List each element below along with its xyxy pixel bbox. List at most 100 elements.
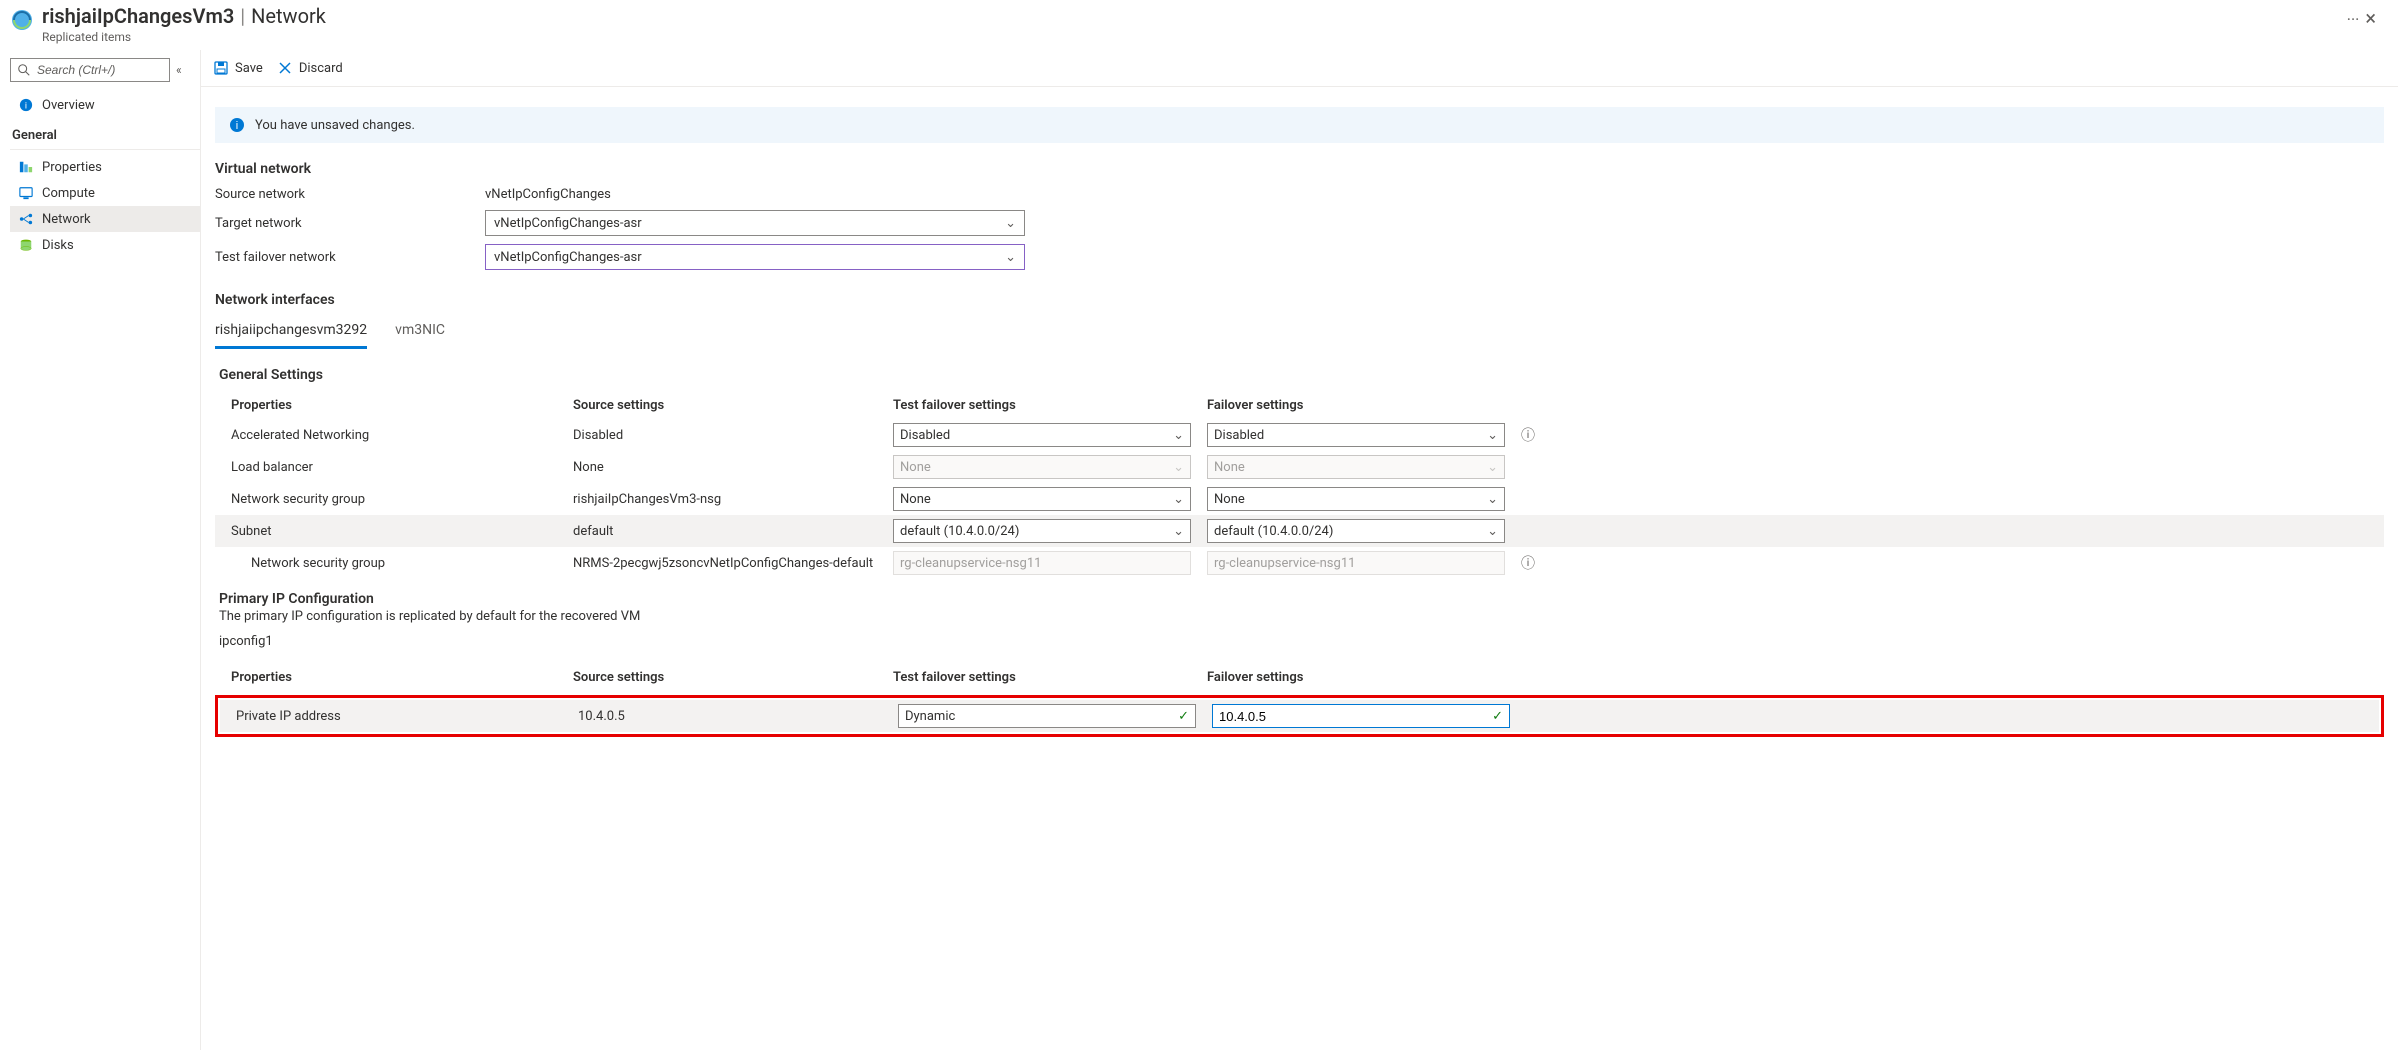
col-failover: Failover settings	[1199, 394, 1513, 417]
col-properties: Properties	[215, 666, 565, 689]
row-nsg-source: rishjaiIpChangesVm3-nsg	[565, 488, 885, 511]
row-accel-source: Disabled	[565, 424, 885, 447]
general-settings-table: Properties Source settings Test failover…	[215, 391, 2384, 579]
table-row: Load balancer None None ⌄ None ⌄	[215, 451, 2384, 483]
command-bar: Save Discard	[201, 58, 2398, 87]
infobar-text: You have unsaved changes.	[255, 118, 415, 133]
chevron-down-icon: ⌄	[1487, 428, 1498, 443]
ipconf-heading: Primary IP Configuration	[219, 591, 2384, 607]
section-virtual-network-heading: Virtual network	[215, 161, 2384, 177]
divider	[10, 149, 200, 150]
chevron-down-icon: ⌄	[1173, 492, 1184, 507]
sidebar-search[interactable]	[10, 58, 170, 82]
row-privip-tfo-select[interactable]: Dynamic ✓	[898, 704, 1196, 728]
save-icon	[213, 60, 229, 76]
sidebar-item-overview[interactable]: i Overview	[10, 92, 200, 118]
chevron-down-icon: ⌄	[1173, 428, 1184, 443]
search-icon	[17, 63, 31, 77]
main-content: Save Discard i You have unsaved changes.…	[200, 50, 2398, 1050]
title-resource: rishjaiIpChangesVm3	[42, 4, 234, 28]
row-nsg-tfo-select[interactable]: None ⌄	[893, 487, 1191, 511]
sidebar-item-label: Compute	[42, 186, 95, 201]
svg-text:i: i	[25, 101, 27, 112]
search-input[interactable]	[37, 63, 163, 77]
sidebar-item-label: Network	[42, 212, 91, 227]
more-actions-button[interactable]: ···	[2347, 4, 2360, 29]
nic-tab-primary[interactable]: rishjaiipchangesvm3292	[215, 318, 367, 349]
row-privip-prop: Private IP address	[220, 705, 570, 728]
discard-label: Discard	[299, 61, 343, 76]
target-network-label: Target network	[215, 216, 485, 231]
ipconf-name: ipconfig1	[219, 634, 2384, 649]
header-title-block: rishjaiIpChangesVm3|Network Replicated i…	[42, 4, 2337, 44]
source-network-value: vNetIpConfigChanges	[485, 187, 611, 202]
disks-icon	[18, 237, 34, 253]
tfo-network-select-value: vNetIpConfigChanges-asr	[494, 250, 642, 265]
discard-icon	[277, 60, 293, 76]
col-failover: Failover settings	[1199, 666, 1513, 689]
chevron-down-icon: ⌄	[1173, 524, 1184, 539]
sidebar-item-compute[interactable]: Compute	[10, 180, 200, 206]
target-network-select-value: vNetIpConfigChanges-asr	[494, 216, 642, 231]
table-row: Private IP address 10.4.0.5 Dynamic ✓	[220, 700, 2379, 732]
sidebar-item-network[interactable]: Network	[10, 206, 200, 232]
sidebar-item-disks[interactable]: Disks	[10, 232, 200, 258]
ipconf-table: Properties Source settings Test failover…	[215, 663, 2384, 737]
sidebar-item-label: Properties	[42, 160, 102, 175]
col-tfo: Test failover settings	[885, 394, 1199, 417]
highlight-box: Private IP address 10.4.0.5 Dynamic ✓	[215, 695, 2384, 737]
save-label: Save	[235, 61, 263, 76]
row-subnsg-source: NRMS-2pecgwj5zsoncvNetIpConfigChanges-de…	[565, 552, 885, 575]
chevron-down-icon: ⌄	[1487, 492, 1498, 507]
save-button[interactable]: Save	[213, 60, 263, 76]
page-header: rishjaiIpChangesVm3|Network Replicated i…	[0, 0, 2398, 50]
row-lb-failover-select: None ⌄	[1207, 455, 1505, 479]
col-properties: Properties	[215, 394, 565, 417]
ipconf-desc: The primary IP configuration is replicat…	[219, 609, 2384, 624]
check-icon: ✓	[1492, 709, 1503, 724]
row-accel-tfo-select[interactable]: Disabled ⌄	[893, 423, 1191, 447]
nic-tab-secondary[interactable]: vm3NIC	[395, 318, 445, 349]
source-network-label: Source network	[215, 187, 485, 202]
row-lb-prop: Load balancer	[215, 456, 565, 479]
table-row: Accelerated Networking Disabled Disabled…	[215, 419, 2384, 451]
info-icon: i	[229, 117, 245, 133]
private-ip-failover-field[interactable]	[1219, 709, 1492, 724]
row-subnsg-prop: Network security group	[215, 552, 565, 575]
title-page: Network	[251, 4, 326, 28]
col-tfo: Test failover settings	[885, 666, 1199, 689]
tfo-network-label: Test failover network	[215, 250, 485, 265]
collapse-sidebar-button[interactable]: «	[176, 63, 182, 77]
sidebar-item-properties[interactable]: Properties	[10, 154, 200, 180]
sidebar-item-label: Disks	[42, 238, 74, 253]
discard-button[interactable]: Discard	[277, 60, 343, 76]
chevron-down-icon: ⌄	[1005, 250, 1016, 265]
properties-icon	[18, 159, 34, 175]
tfo-network-select[interactable]: vNetIpConfigChanges-asr ⌄	[485, 244, 1025, 270]
row-accel-prop: Accelerated Networking	[215, 424, 565, 447]
info-icon[interactable]: ⓘ	[1513, 549, 1533, 577]
page-title: rishjaiIpChangesVm3|Network	[42, 4, 2337, 28]
row-subnet-failover-select[interactable]: default (10.4.0.0/24) ⌄	[1207, 519, 1505, 543]
site-recovery-icon	[10, 8, 34, 32]
info-icon[interactable]: ⓘ	[1513, 421, 1533, 449]
close-blade-button[interactable]: ×	[2359, 4, 2382, 32]
row-subnsg-failover-value: rg-cleanupservice-nsg11	[1207, 551, 1505, 575]
row-subnet-tfo-select[interactable]: default (10.4.0.0/24) ⌄	[893, 519, 1191, 543]
col-source: Source settings	[565, 394, 885, 417]
chevron-down-icon: ⌄	[1173, 460, 1184, 475]
table-row: Network security group NRMS-2pecgwj5zson…	[215, 547, 2384, 579]
compute-icon	[18, 185, 34, 201]
row-accel-failover-select[interactable]: Disabled ⌄	[1207, 423, 1505, 447]
sidebar-item-label: Overview	[42, 98, 95, 113]
svg-text:i: i	[236, 120, 238, 132]
target-network-select[interactable]: vNetIpConfigChanges-asr ⌄	[485, 210, 1025, 236]
row-nsg-prop: Network security group	[215, 488, 565, 511]
breadcrumb[interactable]: Replicated items	[42, 30, 2337, 44]
row-privip-failover-input[interactable]: ✓	[1212, 704, 1510, 728]
sidebar: « i Overview General Properties	[0, 50, 200, 1050]
table-header-row: Properties Source settings Test failover…	[215, 391, 2384, 419]
col-source: Source settings	[565, 666, 885, 689]
row-nsg-failover-select[interactable]: None ⌄	[1207, 487, 1505, 511]
row-lb-source: None	[565, 456, 885, 479]
